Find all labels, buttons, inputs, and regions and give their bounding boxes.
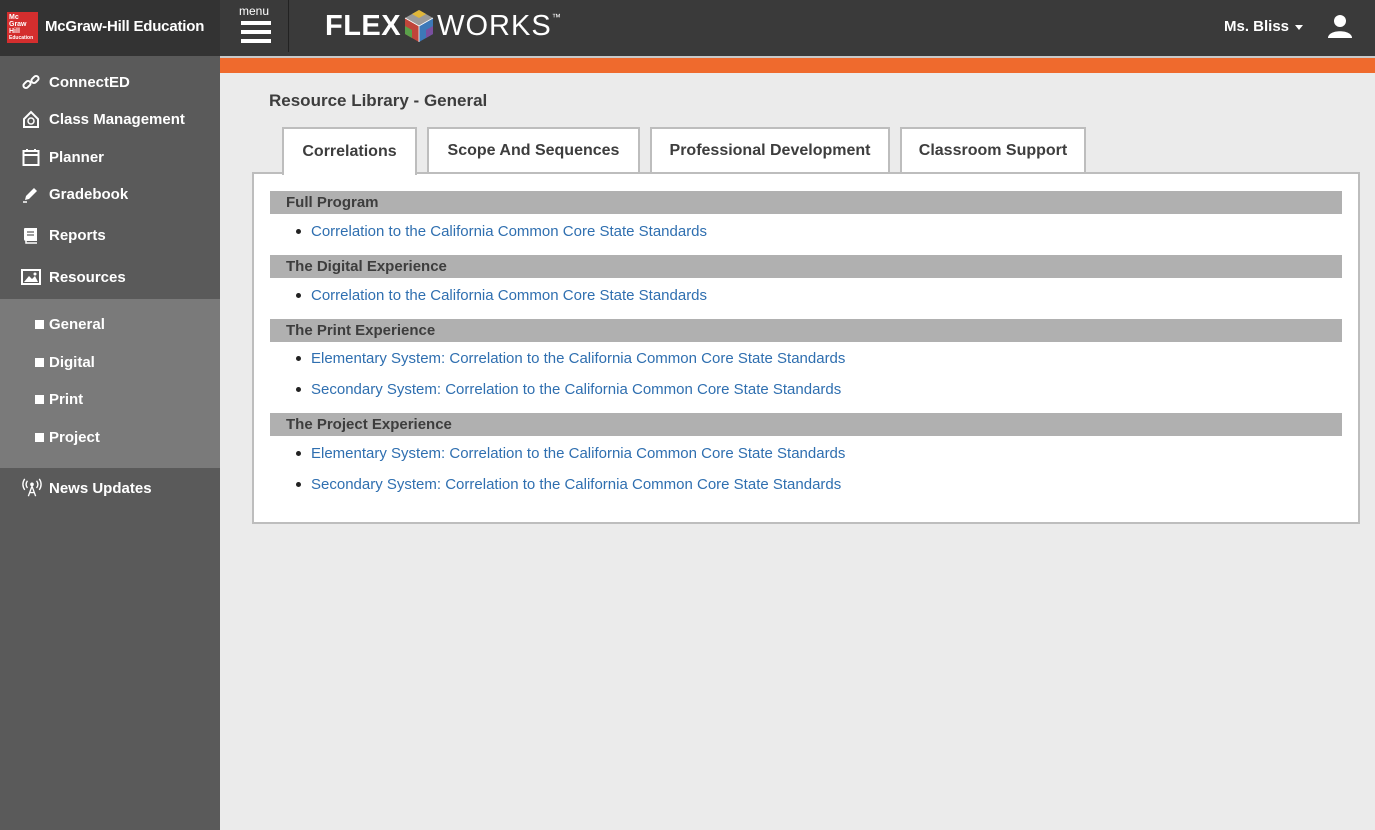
sidebar-item-label: Class Management bbox=[49, 110, 185, 128]
user-icon[interactable] bbox=[1327, 14, 1353, 38]
square-bullet-icon bbox=[35, 433, 44, 442]
section-heading: The Print Experience bbox=[270, 319, 1342, 342]
antenna-icon bbox=[22, 478, 42, 498]
sidebar-item-resources[interactable]: Resources bbox=[0, 259, 220, 295]
list-item[interactable]: Elementary System: Correlation to the Ca… bbox=[296, 445, 845, 462]
list-item[interactable]: Correlation to the California Common Cor… bbox=[296, 287, 707, 304]
cube-icon bbox=[404, 10, 434, 42]
subnav-item-print[interactable]: Print bbox=[35, 391, 83, 408]
resources-subnav: General Digital Print Project bbox=[0, 299, 220, 468]
menu-label: menu bbox=[239, 4, 270, 18]
calendar-icon bbox=[21, 147, 41, 167]
sidebar-item-news-updates[interactable]: News Updates bbox=[0, 470, 220, 506]
logo-works-text: WORKS bbox=[437, 9, 552, 42]
sidebar-item-label: Reports bbox=[49, 226, 106, 244]
list-item[interactable]: Secondary System: Correlation to the Cal… bbox=[296, 381, 841, 398]
square-bullet-icon bbox=[35, 358, 44, 367]
mcgraw-hill-logo: Mc Graw Hill Education bbox=[7, 12, 38, 43]
square-bullet-icon bbox=[35, 395, 44, 404]
sidebar-item-label: Planner bbox=[49, 148, 105, 166]
tab-correlations[interactable]: Correlations bbox=[282, 127, 417, 175]
resource-link[interactable]: Elementary System: Correlation to the Ca… bbox=[311, 350, 845, 367]
user-menu[interactable]: Ms. Bliss bbox=[1224, 18, 1304, 35]
pencil-icon bbox=[21, 184, 41, 204]
book-icon bbox=[21, 225, 41, 245]
sidebar-item-label: Gradebook bbox=[49, 185, 129, 203]
resource-link[interactable]: Secondary System: Correlation to the Cal… bbox=[311, 381, 841, 398]
subnav-item-label: Print bbox=[49, 391, 84, 408]
trademark: ™ bbox=[551, 12, 561, 22]
square-bullet-icon bbox=[35, 320, 44, 329]
resource-link[interactable]: Correlation to the California Common Cor… bbox=[311, 223, 707, 240]
flexworks-logo: FLEX WORKS ™ bbox=[325, 6, 561, 46]
subnav-item-general[interactable]: General bbox=[35, 316, 105, 333]
sidebar-item-label: Resources bbox=[49, 268, 126, 286]
school-icon bbox=[21, 109, 41, 129]
accent-bar bbox=[220, 56, 1375, 73]
list-item[interactable]: Secondary System: Correlation to the Cal… bbox=[296, 476, 841, 493]
tab-panel-correlations: Full Program Correlation to the Californ… bbox=[252, 172, 1360, 524]
section-heading: The Digital Experience bbox=[270, 255, 1342, 278]
sidebar-item-label: ConnectED bbox=[49, 73, 130, 91]
sidebar-item-gradebook[interactable]: Gradebook bbox=[0, 176, 220, 212]
logo-flex-text: FLEX bbox=[325, 9, 402, 42]
link-icon bbox=[21, 72, 41, 92]
tab-classroom-support[interactable]: Classroom Support bbox=[900, 127, 1086, 173]
section-heading: The Project Experience bbox=[270, 413, 1342, 436]
bullet-icon bbox=[296, 356, 301, 361]
sidebar-item-connected[interactable]: ConnectED bbox=[0, 64, 220, 100]
top-bar: Mc Graw Hill Education McGraw-Hill Educa… bbox=[0, 0, 1375, 56]
caret-down-icon bbox=[1295, 24, 1304, 30]
list-item[interactable]: Correlation to the California Common Cor… bbox=[296, 223, 707, 240]
subnav-item-label: Digital bbox=[49, 354, 95, 371]
hamburger-icon bbox=[241, 21, 271, 48]
bullet-icon bbox=[296, 229, 301, 234]
menu-divider bbox=[288, 0, 289, 52]
page-title: Resource Library - General bbox=[269, 91, 488, 110]
brand-name: McGraw-Hill Education bbox=[45, 18, 205, 35]
subnav-item-digital[interactable]: Digital bbox=[35, 354, 95, 371]
subnav-item-label: General bbox=[49, 316, 105, 333]
bullet-icon bbox=[296, 451, 301, 456]
user-name-label: Ms. Bliss bbox=[1224, 18, 1290, 35]
resource-link[interactable]: Elementary System: Correlation to the Ca… bbox=[311, 445, 845, 462]
sidebar-item-reports[interactable]: Reports bbox=[0, 217, 220, 253]
tab-scope-and-sequences[interactable]: Scope And Sequences bbox=[427, 127, 640, 173]
resource-link[interactable]: Secondary System: Correlation to the Cal… bbox=[311, 476, 841, 493]
list-item[interactable]: Elementary System: Correlation to the Ca… bbox=[296, 350, 845, 367]
bullet-icon bbox=[296, 387, 301, 392]
menu-button[interactable]: menu bbox=[232, 0, 288, 56]
sidebar-item-label: News Updates bbox=[49, 479, 152, 497]
brand[interactable]: Mc Graw Hill Education McGraw-Hill Educa… bbox=[0, 0, 220, 56]
image-icon bbox=[21, 267, 41, 287]
tab-professional-development[interactable]: Professional Development bbox=[650, 127, 890, 173]
bullet-icon bbox=[296, 293, 301, 298]
bullet-icon bbox=[296, 482, 301, 487]
sidebar-item-class-management[interactable]: Class Management bbox=[0, 101, 220, 137]
sidebar-item-planner[interactable]: Planner bbox=[0, 139, 220, 175]
resource-link[interactable]: Correlation to the California Common Cor… bbox=[311, 287, 707, 304]
subnav-item-label: Project bbox=[49, 429, 100, 446]
section-heading: Full Program bbox=[270, 191, 1342, 214]
subnav-item-project[interactable]: Project bbox=[35, 429, 100, 446]
sidebar: ConnectED Class Management Planner Grade… bbox=[0, 56, 220, 830]
